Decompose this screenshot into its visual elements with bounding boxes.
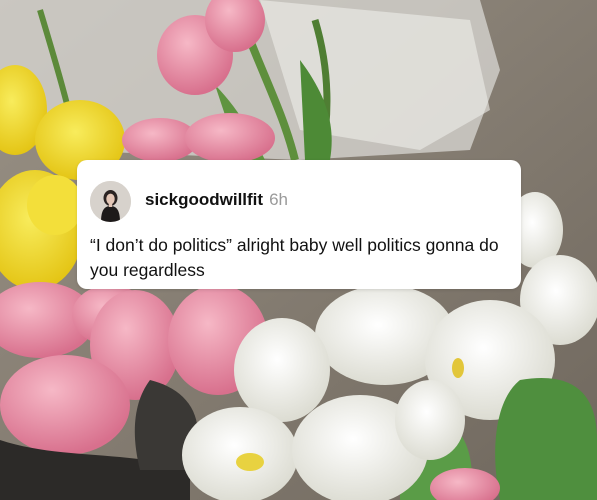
post-card: sickgoodwillfit 6h “I don’t do politics” … <box>77 160 521 289</box>
post-header: sickgoodwillfit 6h <box>145 190 288 210</box>
photo-scene: sickgoodwillfit 6h “I don’t do politics” … <box>0 0 597 500</box>
timestamp: 6h <box>269 190 288 209</box>
username[interactable]: sickgoodwillfit <box>145 190 263 209</box>
post-text: “I don’t do politics” alright baby well … <box>90 235 499 280</box>
avatar[interactable] <box>90 181 131 222</box>
profile-photo-icon <box>90 181 131 222</box>
